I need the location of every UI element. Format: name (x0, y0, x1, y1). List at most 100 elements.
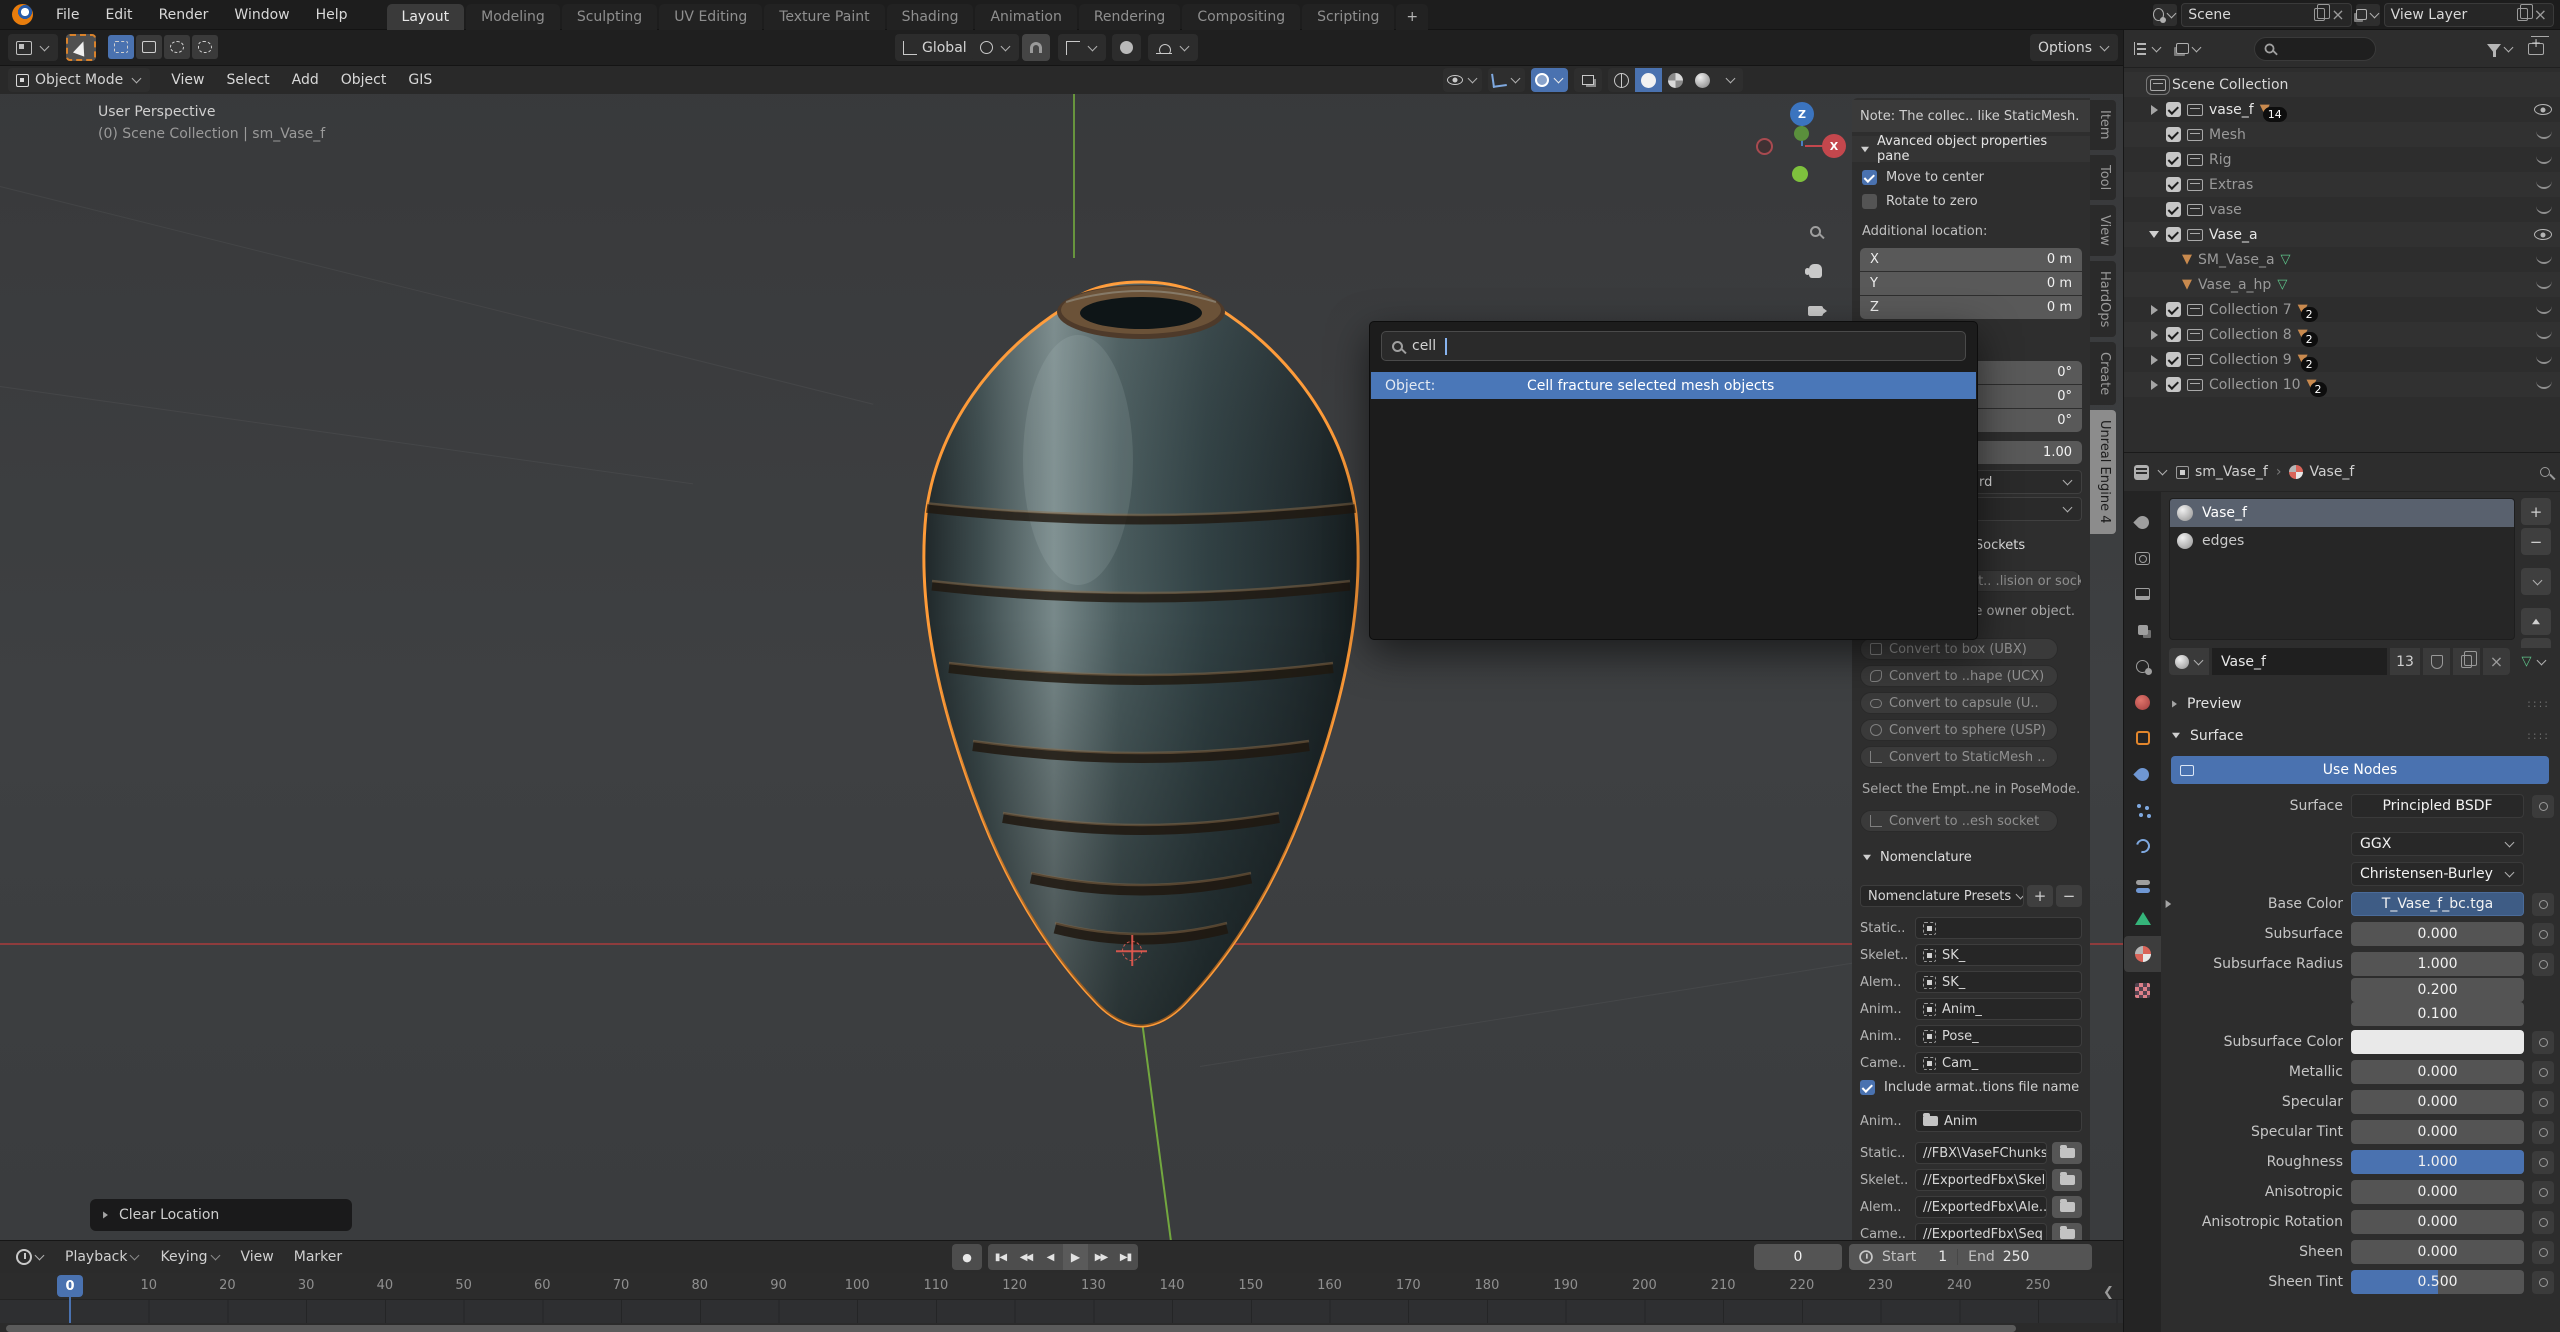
property-field[interactable]: Christensen-Burley (2351, 862, 2524, 886)
viewport-menu-add[interactable]: Add (281, 72, 330, 88)
property-field[interactable]: 0.000 (2351, 1060, 2524, 1084)
expand-icon[interactable] (2148, 231, 2160, 238)
rotate-to-zero-row[interactable]: Rotate to zero (1862, 194, 1978, 209)
lasso-select-button[interactable] (192, 35, 218, 59)
properties-tab-physics[interactable] (2124, 828, 2161, 864)
outliner-row-collection-7[interactable]: Collection 72 (2124, 297, 2560, 322)
gizmos-dropdown[interactable] (1488, 68, 1525, 92)
workspace-tab-layout[interactable]: Layout (387, 4, 465, 30)
slot-specials-dropdown[interactable] (2521, 568, 2551, 595)
material-users-button[interactable]: 13 (2390, 648, 2420, 675)
jump-to-end-button[interactable] (1113, 1244, 1138, 1270)
property-field[interactable]: 1.000 (2351, 952, 2524, 976)
eye-closed-icon[interactable] (2536, 280, 2552, 289)
outliner-row-collection-9[interactable]: Collection 92 (2124, 347, 2560, 372)
convert-button-3[interactable]: Convert to sphere (USP) (1860, 719, 2058, 741)
start-value[interactable]: 1 (1938, 1249, 1947, 1265)
collection-checkbox[interactable] (2166, 127, 2181, 142)
outliner-row-collection-10[interactable]: Collection 102 (2124, 372, 2560, 397)
properties-tab-world[interactable] (2124, 684, 2161, 720)
proportional-edit-button[interactable] (1112, 34, 1141, 61)
preview-panel-header[interactable]: Preview :::: (2161, 690, 2560, 717)
convert-button-1[interactable]: Convert to ..hape (UCX) (1860, 665, 2058, 687)
panel-tab-create[interactable]: Create (2090, 342, 2116, 405)
pin-icon[interactable] (2540, 467, 2550, 477)
menu-edit[interactable]: Edit (92, 2, 145, 28)
eye-closed-icon[interactable] (2536, 155, 2552, 164)
material-slot-vase-f[interactable]: Vase_f (2170, 499, 2514, 527)
outliner-row-vase-a-hp[interactable]: Vase_a_hp (2124, 272, 2560, 297)
collection-checkbox[interactable] (2166, 202, 2181, 217)
menu-help[interactable]: Help (303, 2, 361, 28)
open-folder-button[interactable] (2052, 1142, 2082, 1164)
overlays-dropdown[interactable] (1531, 68, 1568, 92)
add-preset-button[interactable]: + (2027, 885, 2053, 907)
panel-tab-tool[interactable]: Tool (2090, 155, 2116, 200)
tweak-select-button[interactable] (108, 35, 134, 59)
workspace-tab-compositing[interactable]: Compositing (1182, 4, 1300, 30)
material-preview-button[interactable] (1662, 68, 1689, 92)
expand-icon[interactable] (2148, 355, 2160, 365)
scene-browse-button[interactable] (2153, 4, 2177, 26)
solid-shading-button[interactable] (1635, 68, 1662, 92)
keyframe-dot-button[interactable] (2532, 1241, 2554, 1264)
rendered-shading-button[interactable] (1689, 68, 1716, 92)
properties-tab-object[interactable] (2124, 720, 2161, 756)
pivot-point-dropdown[interactable] (972, 34, 1019, 61)
keyframe-dot-button[interactable] (2532, 1061, 2554, 1084)
properties-tab-data[interactable] (2124, 900, 2161, 936)
timeline-menu-keying[interactable]: Keying (150, 1244, 230, 1270)
properties-tab-modifiers[interactable] (2124, 756, 2161, 792)
jump-to-start-button[interactable] (988, 1244, 1013, 1270)
properties-tab-material[interactable] (2124, 936, 2161, 972)
eye-open-icon[interactable] (2534, 229, 2552, 240)
outliner-display-mode-dropdown[interactable] (2172, 36, 2206, 62)
viewport-menu-object[interactable]: Object (330, 72, 398, 88)
location-field-y[interactable]: Y0 m (1860, 272, 2082, 295)
keyframe-dot-button[interactable] (2532, 923, 2554, 946)
collection-checkbox[interactable] (2166, 377, 2181, 392)
workspace-tab-sculpting[interactable]: Sculpting (562, 4, 657, 30)
eye-open-icon[interactable] (2534, 104, 2552, 115)
zoom-button[interactable] (1800, 216, 1830, 246)
outliner-row-collection-8[interactable]: Collection 82 (2124, 322, 2560, 347)
active-tool-button[interactable] (66, 34, 96, 61)
properties-tab-particles[interactable] (2124, 792, 2161, 828)
convert-button-2[interactable]: Convert to capsule (U.. (1860, 692, 2058, 714)
material-name-field[interactable]: Vase_f (2212, 648, 2387, 675)
outliner-row-sm-vase-a[interactable]: SM_Vase_a (2124, 247, 2560, 272)
property-field[interactable]: 0.000 (2351, 1180, 2524, 1204)
prev-keyframe-button[interactable] (1013, 1244, 1038, 1270)
timeline-scrollbar[interactable] (6, 1325, 2016, 1332)
expand-icon[interactable] (2148, 305, 2160, 315)
workspace-tab-animation[interactable]: Animation (975, 4, 1076, 30)
anim-folder-field[interactable]: Anim (1915, 1110, 2082, 1132)
path-field[interactable]: //ExportedFbx\Skel.. (1915, 1169, 2047, 1191)
panel-tab-view[interactable]: View (2090, 205, 2116, 256)
view-layer-field[interactable]: View Layer (2384, 3, 2554, 27)
menu-file[interactable]: File (43, 2, 92, 28)
open-folder-button[interactable] (2052, 1196, 2082, 1218)
editor-type-button[interactable] (8, 34, 58, 61)
expand-icon[interactable] (2148, 105, 2160, 115)
add-workspace-button[interactable]: + (1396, 4, 1428, 30)
workspace-tab-rendering[interactable]: Rendering (1079, 4, 1181, 30)
record-button[interactable] (952, 1244, 982, 1270)
location-field-x[interactable]: X0 m (1860, 248, 2082, 271)
browse-material-button[interactable] (2169, 648, 2209, 675)
timeline-menu-marker[interactable]: Marker (284, 1244, 352, 1270)
name-prefix-field[interactable]: SK_ (1915, 944, 2082, 966)
unlink-material-button[interactable] (2483, 648, 2510, 675)
panel-tab-item[interactable]: Item (2090, 100, 2116, 150)
name-prefix-field[interactable]: Anim_ (1915, 998, 2082, 1020)
name-prefix-field[interactable] (1915, 917, 2082, 939)
snap-toggle-button[interactable] (1022, 34, 1050, 61)
remove-slot-button[interactable]: − (2521, 528, 2551, 555)
collection-checkbox[interactable] (2166, 227, 2181, 242)
end-value[interactable]: 250 (2003, 1249, 2030, 1265)
workspace-tab-uv-editing[interactable]: UV Editing (659, 4, 762, 30)
viewport-menu-gis[interactable]: GIS (397, 72, 443, 88)
collection-checkbox[interactable] (2166, 102, 2181, 117)
properties-editor-type-button[interactable] (2134, 465, 2168, 480)
add-slot-button[interactable]: + (2521, 498, 2551, 525)
